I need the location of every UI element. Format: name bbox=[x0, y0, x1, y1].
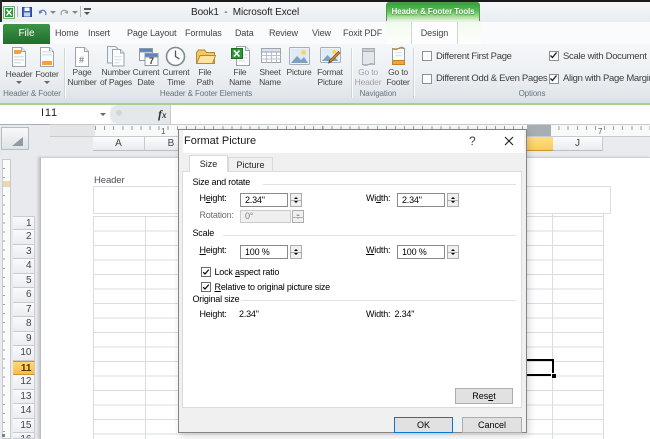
svg-text:#: # bbox=[79, 55, 84, 65]
svg-text:7: 7 bbox=[149, 56, 154, 66]
